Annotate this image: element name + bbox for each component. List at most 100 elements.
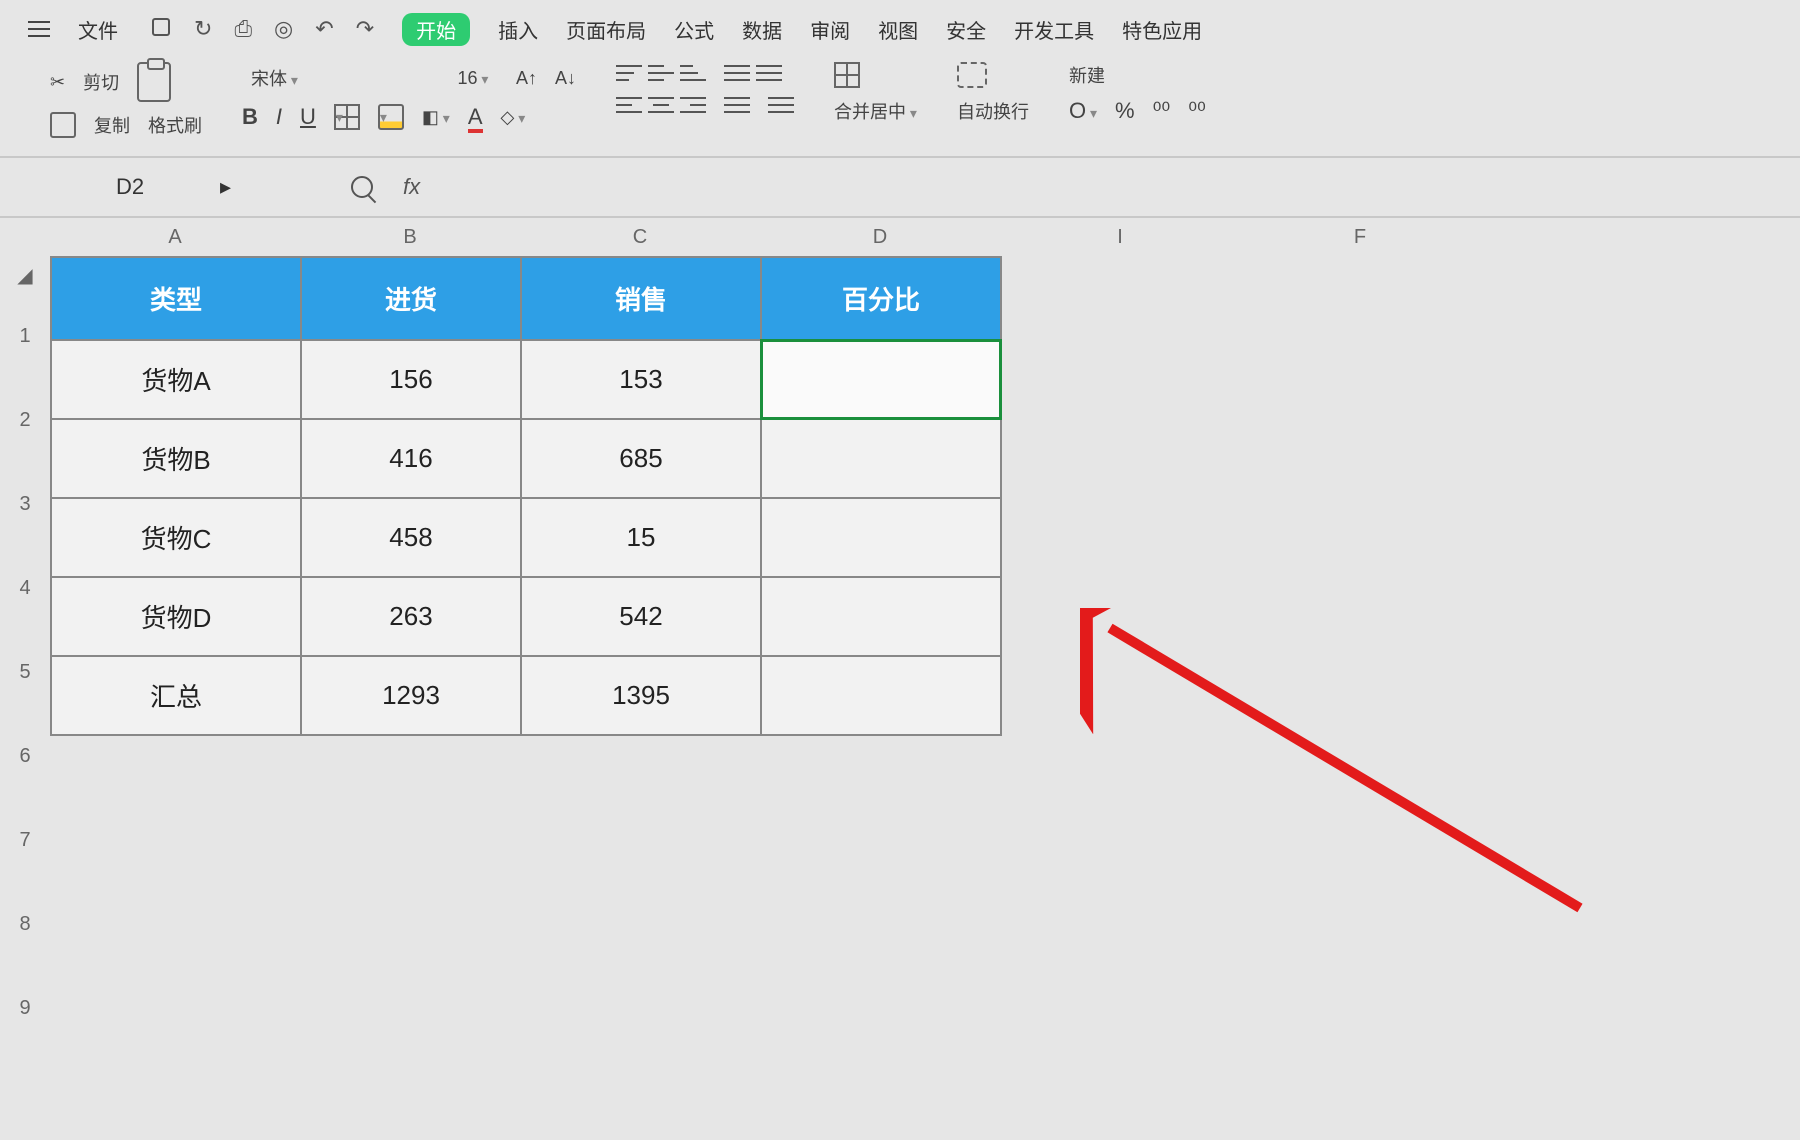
format-painter-label[interactable]: 格式刷 (148, 112, 202, 138)
cell-B3[interactable]: 416 (301, 419, 521, 498)
fx-label[interactable]: fx (403, 174, 420, 200)
align-center-icon[interactable] (648, 94, 674, 116)
cell-A6[interactable]: 汇总 (51, 656, 301, 735)
row-header-9[interactable]: 9 (0, 966, 50, 1050)
bold-button[interactable]: B (242, 104, 258, 130)
tab-formulas[interactable]: 公式 (674, 15, 714, 44)
indent-increase-icon[interactable] (756, 62, 782, 84)
menu-bar: 文件 ↻ ⎙ ◎ ↶ ↷ 开始 插入 页面布局 公式 数据 审阅 视图 安全 开… (0, 0, 1800, 54)
align-bottom-icon[interactable] (680, 62, 706, 84)
col-header-C[interactable]: C (520, 218, 760, 256)
font-name-select[interactable]: 宋体 (242, 62, 352, 94)
name-box[interactable]: D2 (110, 172, 190, 202)
increase-decimal-button[interactable]: ⁰⁰ (1153, 98, 1171, 124)
row-header-4[interactable]: 4 (0, 546, 50, 630)
align-top-icon[interactable] (616, 62, 642, 84)
redo-icon[interactable]: ↷ (356, 16, 374, 42)
merge-icon[interactable] (834, 62, 860, 88)
row-header-1[interactable]: 1 (0, 294, 50, 378)
undo-icon[interactable]: ↶ (315, 16, 333, 42)
paste-icon[interactable] (137, 62, 171, 102)
distribute-icon[interactable] (768, 94, 794, 116)
cell-D5[interactable] (761, 577, 1001, 656)
tab-features[interactable]: 特色应用 (1122, 15, 1202, 44)
header-in[interactable]: 进货 (301, 257, 521, 340)
tab-dev-tools[interactable]: 开发工具 (1014, 15, 1094, 44)
col-header-I[interactable]: I (1000, 218, 1240, 256)
borders-button[interactable] (334, 104, 360, 130)
number-format-label[interactable]: 新建 (1069, 62, 1105, 88)
row-header-6[interactable]: 6 (0, 714, 50, 798)
cell-A2[interactable]: 货物A (51, 340, 301, 419)
name-box-dropdown-icon[interactable]: ▸ (220, 174, 231, 200)
decrease-font-icon[interactable]: A↓ (555, 68, 576, 89)
align-right-icon[interactable] (680, 94, 706, 116)
tab-view[interactable]: 视图 (878, 15, 918, 44)
menu-file[interactable]: 文件 (78, 15, 118, 44)
col-header-D[interactable]: D (760, 218, 1000, 256)
justify-icon[interactable] (724, 94, 750, 116)
font-size-select[interactable]: 16 (448, 66, 498, 91)
decrease-decimal-button[interactable]: ⁰⁰ (1188, 98, 1206, 124)
copy-icon[interactable] (50, 112, 76, 138)
header-pct[interactable]: 百分比 (761, 257, 1001, 340)
tab-home[interactable]: 开始 (402, 13, 470, 46)
cell-C6[interactable]: 1395 (521, 656, 761, 735)
row-header-5[interactable]: 5 (0, 630, 50, 714)
tab-review[interactable]: 审阅 (810, 15, 850, 44)
wrap-text-button[interactable]: 自动换行 (957, 98, 1029, 124)
merge-center-button[interactable]: 合并居中 (834, 98, 917, 124)
row-header-7[interactable]: 7 (0, 798, 50, 882)
header-out[interactable]: 销售 (521, 257, 761, 340)
cell-D6[interactable] (761, 656, 1001, 735)
cell-D2-selected[interactable] (761, 340, 1001, 419)
row-header-8[interactable]: 8 (0, 882, 50, 966)
cell-A4[interactable]: 货物C (51, 498, 301, 577)
increase-font-icon[interactable]: A↑ (516, 68, 537, 89)
select-all-corner[interactable]: ◢ (0, 256, 50, 294)
cell-C3[interactable]: 685 (521, 419, 761, 498)
cell-D3[interactable] (761, 419, 1001, 498)
cell-B4[interactable]: 458 (301, 498, 521, 577)
find-icon[interactable] (351, 176, 373, 198)
col-header-B[interactable]: B (300, 218, 520, 256)
tab-data[interactable]: 数据 (742, 15, 782, 44)
ribbon-font: 宋体 16 A↑ A↓ B I U ◧ A ◇ (242, 62, 576, 130)
cell-C2[interactable]: 153 (521, 340, 761, 419)
col-header-A[interactable]: A (50, 218, 300, 256)
wrap-icon[interactable] (957, 62, 987, 88)
preview-icon[interactable]: ◎ (274, 16, 293, 42)
save-icon[interactable] (150, 16, 172, 38)
row-header-3[interactable]: 3 (0, 462, 50, 546)
italic-button[interactable]: I (276, 104, 282, 130)
col-header-F[interactable]: F (1240, 218, 1480, 256)
tab-security[interactable]: 安全 (946, 15, 986, 44)
cell-B6[interactable]: 1293 (301, 656, 521, 735)
align-left-icon[interactable] (616, 94, 642, 116)
tab-insert[interactable]: 插入 (498, 15, 538, 44)
fill-color-button[interactable] (378, 104, 404, 130)
clear-button[interactable]: ◇ (501, 107, 526, 128)
percent-button[interactable]: % (1115, 98, 1135, 124)
cut-icon[interactable]: ✂ (50, 72, 65, 93)
underline-button[interactable]: U (300, 104, 316, 130)
cell-A3[interactable]: 货物B (51, 419, 301, 498)
print-icon[interactable]: ⎙ (234, 16, 252, 42)
cell-style-button[interactable]: ◧ (422, 107, 450, 128)
header-type[interactable]: 类型 (51, 257, 301, 340)
tab-page-layout[interactable]: 页面布局 (566, 15, 646, 44)
menu-hamburger-icon[interactable] (28, 21, 50, 37)
align-middle-icon[interactable] (648, 62, 674, 84)
currency-button[interactable]: O (1069, 98, 1097, 124)
cell-C4[interactable]: 15 (521, 498, 761, 577)
row-header-2[interactable]: 2 (0, 378, 50, 462)
cell-D4[interactable] (761, 498, 1001, 577)
cell-A5[interactable]: 货物D (51, 577, 301, 656)
sync-icon[interactable]: ↻ (194, 16, 212, 42)
cell-C5[interactable]: 542 (521, 577, 761, 656)
ribbon-wrap: 自动换行 (957, 62, 1029, 124)
indent-decrease-icon[interactable] (724, 62, 750, 84)
font-color-button[interactable]: A (468, 104, 483, 130)
cell-B2[interactable]: 156 (301, 340, 521, 419)
cell-B5[interactable]: 263 (301, 577, 521, 656)
